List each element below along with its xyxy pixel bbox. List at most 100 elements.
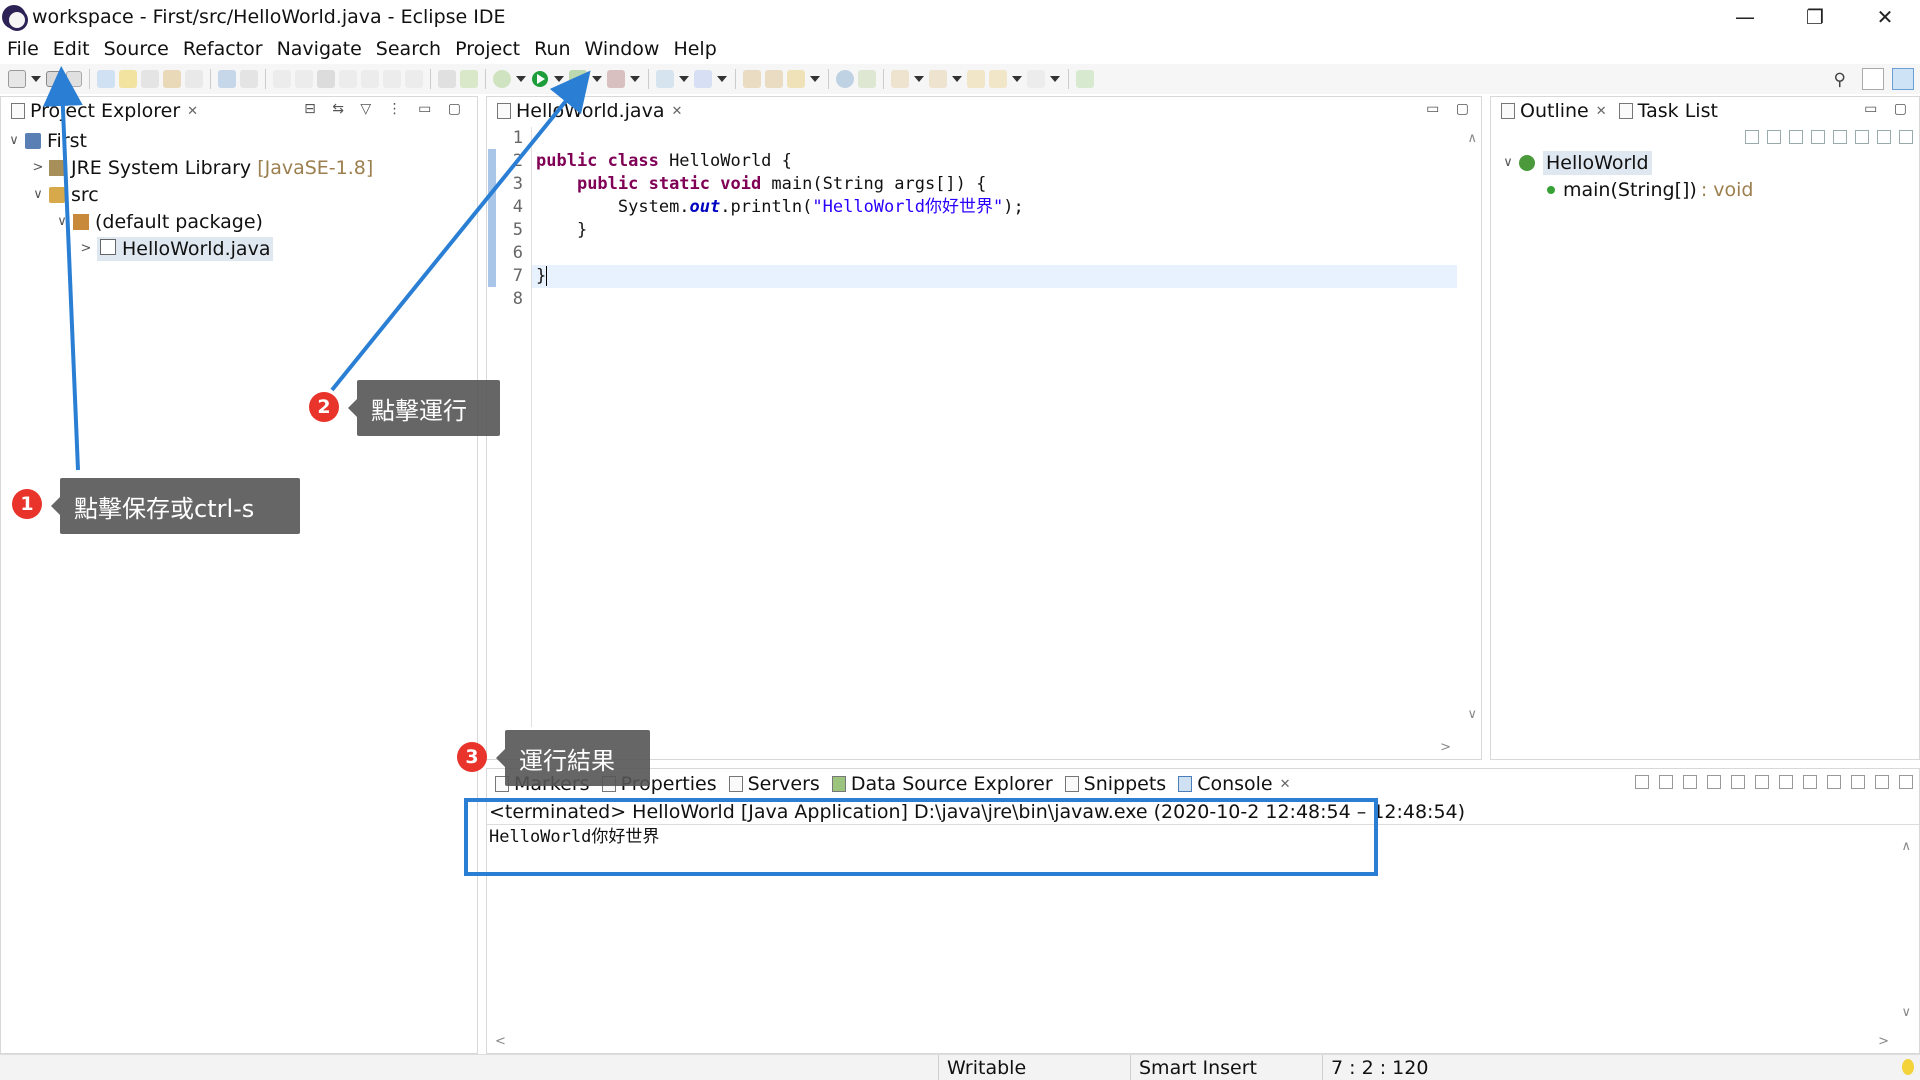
focus-icon[interactable] bbox=[1745, 130, 1759, 144]
open-perspective-icon[interactable] bbox=[1862, 68, 1884, 90]
chevron-down-icon[interactable]: ∨ bbox=[55, 214, 69, 229]
tab-snippets[interactable]: Snippets bbox=[1059, 770, 1173, 798]
tab-project-explorer[interactable]: Project Explorer ✕ bbox=[5, 97, 204, 125]
forward-dropdown-icon[interactable] bbox=[1050, 76, 1060, 82]
tip-bulb-icon[interactable] bbox=[1902, 1059, 1914, 1075]
maximize-icon[interactable] bbox=[1899, 775, 1913, 789]
tab-servers[interactable]: Servers bbox=[723, 770, 826, 798]
remove-all-icon[interactable] bbox=[1683, 775, 1697, 789]
menu-window[interactable]: Window bbox=[578, 38, 667, 60]
tab-outline[interactable]: Outline ✕ bbox=[1495, 97, 1613, 125]
search-icon[interactable]: ⚲ bbox=[1834, 70, 1846, 90]
open-type-icon[interactable] bbox=[97, 70, 115, 88]
scroll-lock-icon[interactable] bbox=[1731, 775, 1745, 789]
next-annotation-icon[interactable] bbox=[891, 70, 909, 88]
menu-run[interactable]: Run bbox=[527, 38, 577, 60]
use-step-filters-icon[interactable] bbox=[438, 70, 456, 88]
close-icon[interactable]: ✕ bbox=[1280, 777, 1291, 792]
save-all-icon[interactable] bbox=[66, 71, 82, 87]
profile-dropdown-icon[interactable] bbox=[630, 76, 640, 82]
previous-annotation-dropdown-icon[interactable] bbox=[952, 76, 962, 82]
close-icon[interactable]: ✕ bbox=[187, 104, 198, 119]
previous-annotation-icon[interactable] bbox=[929, 70, 947, 88]
last-edit-location-icon[interactable] bbox=[967, 70, 985, 88]
minimize-button[interactable]: — bbox=[1710, 0, 1780, 34]
run-dropdown-icon[interactable] bbox=[554, 76, 564, 82]
tree-node-jre[interactable]: > JRE System Library [JavaSE-1.8] bbox=[7, 154, 477, 181]
skip-breakpoints-icon[interactable] bbox=[240, 70, 258, 88]
forward-icon[interactable] bbox=[1027, 70, 1045, 88]
tree-node-file[interactable]: > HelloWorld.java bbox=[7, 235, 477, 262]
menu-project[interactable]: Project bbox=[448, 38, 527, 60]
hide-nonpublic-icon[interactable] bbox=[1855, 130, 1869, 144]
chevron-down-icon[interactable]: ∨ bbox=[31, 187, 45, 202]
chevron-right-icon[interactable]: > bbox=[31, 160, 45, 175]
scroll-right-icon[interactable]: > bbox=[1440, 740, 1451, 755]
outline-class-node[interactable]: ∨ HelloWorld bbox=[1501, 149, 1919, 176]
open-task-icon[interactable] bbox=[765, 70, 783, 88]
chevron-right-icon[interactable]: > bbox=[79, 241, 93, 256]
new-class-dropdown-icon[interactable] bbox=[717, 76, 727, 82]
profile-icon[interactable] bbox=[607, 70, 625, 88]
status-insert-mode[interactable]: Smart Insert bbox=[1130, 1055, 1320, 1080]
tree-node-package[interactable]: ∨ (default package) bbox=[7, 208, 477, 235]
tab-properties[interactable]: Properties bbox=[596, 770, 723, 798]
tree-node-project[interactable]: ∨ First bbox=[7, 127, 477, 154]
chevron-down-icon[interactable]: ∨ bbox=[7, 133, 21, 148]
search-dropdown-icon[interactable] bbox=[810, 76, 820, 82]
menu-search[interactable]: Search bbox=[369, 38, 448, 60]
new-project-dropdown-icon[interactable] bbox=[679, 76, 689, 82]
menu-source[interactable]: Source bbox=[97, 38, 176, 60]
resume-icon[interactable] bbox=[273, 70, 291, 88]
terminal-icon[interactable] bbox=[218, 70, 236, 88]
back-icon[interactable] bbox=[989, 70, 1007, 88]
terminate-icon[interactable] bbox=[1635, 775, 1649, 789]
deploy-icon[interactable] bbox=[858, 70, 876, 88]
link-editor-icon[interactable] bbox=[1899, 130, 1913, 144]
word-wrap-icon[interactable] bbox=[1755, 775, 1769, 789]
outline-method-node[interactable]: main(String[]) : void bbox=[1501, 176, 1919, 203]
step-over-icon[interactable] bbox=[383, 70, 401, 88]
coverage-dropdown-icon[interactable] bbox=[592, 76, 602, 82]
tab-task-list[interactable]: Task List bbox=[1613, 97, 1724, 125]
close-icon[interactable]: ✕ bbox=[671, 104, 682, 119]
scroll-down-icon[interactable]: ∨ bbox=[1467, 707, 1477, 722]
tab-helloworld-java[interactable]: HelloWorld.java ✕ bbox=[491, 97, 689, 125]
scroll-down-icon[interactable]: ∨ bbox=[1901, 1005, 1911, 1020]
hide-local-types-icon[interactable] bbox=[1877, 130, 1891, 144]
tab-console[interactable]: Console ✕ bbox=[1172, 770, 1297, 798]
new-class-icon[interactable] bbox=[694, 70, 712, 88]
code-area[interactable]: public class HelloWorld { public static … bbox=[531, 127, 1457, 727]
annotation-icon[interactable] bbox=[163, 70, 181, 88]
remove-launch-icon[interactable] bbox=[1659, 775, 1673, 789]
outline-minmax-icons[interactable]: ▭ ▢ bbox=[1864, 101, 1913, 117]
scroll-up-icon[interactable]: ∧ bbox=[1901, 839, 1911, 854]
view-menu-icons[interactable]: ⊟ ⇆ ▽ ⋮ ▭ ▢ bbox=[304, 101, 467, 117]
disconnect-icon[interactable] bbox=[339, 70, 357, 88]
scroll-left-icon[interactable]: < bbox=[495, 1034, 506, 1049]
menu-edit[interactable]: Edit bbox=[46, 38, 97, 60]
coverage-icon[interactable] bbox=[569, 70, 587, 88]
tree-node-src[interactable]: ∨ src bbox=[7, 181, 477, 208]
close-window-button[interactable]: ✕ bbox=[1850, 0, 1920, 34]
external-tools-icon[interactable] bbox=[460, 70, 478, 88]
step-return-icon[interactable] bbox=[405, 70, 423, 88]
debug-icon[interactable] bbox=[493, 70, 511, 88]
pin-editor-icon[interactable] bbox=[1076, 70, 1094, 88]
next-annotation-dropdown-icon[interactable] bbox=[914, 76, 924, 82]
display-console-icon[interactable] bbox=[1827, 775, 1841, 789]
chevron-down-icon[interactable]: ∨ bbox=[1501, 155, 1515, 170]
restore-button[interactable]: ❐ bbox=[1780, 0, 1850, 34]
sort-icon[interactable] bbox=[1789, 130, 1803, 144]
debug-dropdown-icon[interactable] bbox=[516, 76, 526, 82]
web-browser-icon[interactable] bbox=[836, 70, 854, 88]
menu-refactor[interactable]: Refactor bbox=[176, 38, 270, 60]
run-icon[interactable] bbox=[532, 71, 548, 87]
toggle-mark-icon[interactable] bbox=[119, 70, 137, 88]
menu-help[interactable]: Help bbox=[666, 38, 723, 60]
hide-fields-icon[interactable] bbox=[1811, 130, 1825, 144]
search-java-icon[interactable] bbox=[787, 70, 805, 88]
new-icon[interactable] bbox=[8, 70, 26, 88]
new-dropdown-icon[interactable] bbox=[31, 76, 41, 82]
close-icon[interactable]: ✕ bbox=[1596, 104, 1607, 119]
